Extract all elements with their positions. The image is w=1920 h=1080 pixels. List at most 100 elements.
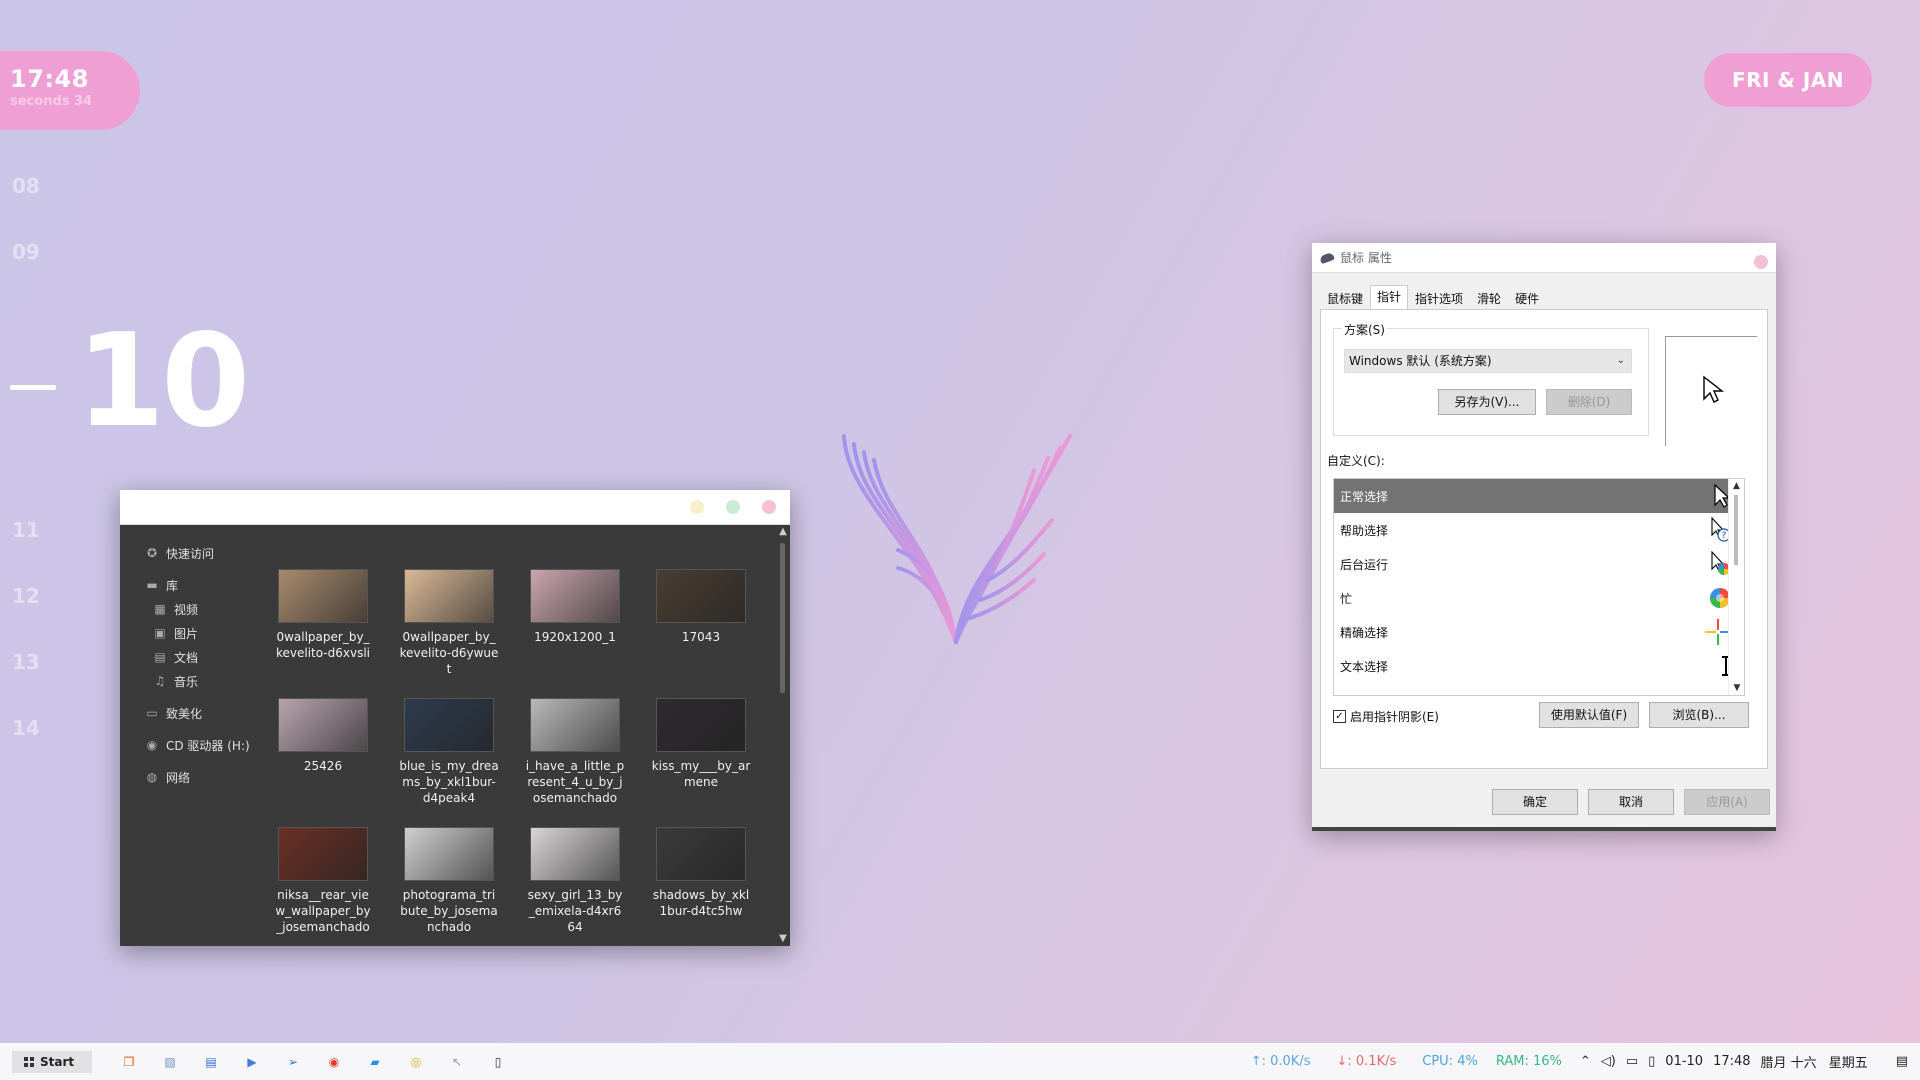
cursor-row-busy[interactable]: 忙 — [1334, 581, 1744, 615]
taskbar-date[interactable]: 01-10 — [1665, 1054, 1703, 1069]
scroll-thumb[interactable] — [780, 543, 785, 693]
speaker-icon[interactable]: ◁) — [1601, 1054, 1616, 1069]
tab-hardware[interactable]: 硬件 — [1508, 287, 1546, 309]
tab-pointers[interactable]: 指针 — [1370, 285, 1409, 309]
ok-button[interactable]: 确定 — [1492, 789, 1578, 815]
apply-button[interactable]: 应用(A) — [1684, 789, 1770, 815]
taskbar-time[interactable]: 17:48 — [1713, 1054, 1750, 1069]
file-item[interactable]: i_have_a_little_present_4_u_by_josemanch… — [512, 698, 638, 827]
cursor-list-scrollbar[interactable]: ▲ ▼ — [1728, 479, 1744, 695]
dialog-close-button[interactable] — [1754, 255, 1768, 269]
network-icon[interactable]: ▭ — [1626, 1054, 1638, 1069]
cursor-row-help[interactable]: 帮助选择 ? — [1334, 513, 1744, 547]
office-icon[interactable]: ❐ — [120, 1053, 138, 1071]
start-button[interactable]: Start — [12, 1050, 92, 1073]
file-item[interactable]: 0wallpaper_by_kevelito-d6xvsli — [260, 569, 386, 698]
cursor-row-normal[interactable]: 正常选择 — [1334, 479, 1744, 513]
file-item[interactable]: 25426 — [260, 698, 386, 827]
file-name: shadows_by_xkl1bur-d4tc5hw — [652, 888, 750, 918]
scroll-up-icon[interactable]: ▲ — [776, 525, 790, 539]
file-item[interactable]: 1920x1200_1 — [512, 569, 638, 698]
file-item[interactable]: 17043 — [638, 569, 764, 698]
file-item[interactable]: sexy_girl_13_by_emixela-d4xr664 — [512, 827, 638, 946]
taskbar-lunar[interactable]: 腊月 十六 — [1761, 1052, 1817, 1071]
tab-wheel[interactable]: 滑轮 — [1470, 287, 1508, 309]
file-thumbnail — [278, 698, 368, 752]
notification-icon[interactable]: ▤ — [1896, 1054, 1908, 1069]
file-item[interactable]: niksa__rear_view_wallpaper_by_josemancha… — [260, 827, 386, 946]
telegram-icon[interactable]: ➢ — [284, 1053, 302, 1071]
scheme-label: 方案(S) — [1342, 321, 1387, 338]
close-button[interactable] — [762, 500, 776, 514]
dialog-title: 鼠标 属性 — [1340, 251, 1392, 265]
nav-documents[interactable]: ▤ 文档 — [120, 645, 260, 669]
nav-library[interactable]: ▬ 库 — [120, 573, 260, 597]
scroll-down-icon[interactable]: ▼ — [1729, 681, 1744, 695]
file-explorer-window[interactable]: ✪ 快速访问 ▬ 库 ▦ 视频 ▣ 图片 ▤ 文档 ♫ 音乐 ▭ 致美化 ◉ C… — [120, 490, 790, 946]
save-as-button[interactable]: 另存为(V)... — [1438, 389, 1536, 415]
nav-music[interactable]: ♫ 音乐 — [120, 669, 260, 693]
file-explorer-icon[interactable]: ▰ — [366, 1053, 384, 1071]
cursor-tool-icon[interactable]: ↖ — [448, 1053, 466, 1071]
cursor-row-precision[interactable]: 精确选择 — [1334, 615, 1744, 649]
disc-icon: ◉ — [146, 738, 158, 752]
usb-icon[interactable]: ▯ — [1648, 1054, 1655, 1069]
nav-network[interactable]: ◍ 网络 — [120, 765, 260, 789]
notepad-icon[interactable]: ▤ — [202, 1053, 220, 1071]
chevron-up-icon[interactable]: ⌃ — [1580, 1054, 1591, 1069]
file-item[interactable]: blue_is_my_dreams_by_xkl1bur-d4peak4 — [386, 698, 512, 827]
nav-videos[interactable]: ▦ 视频 — [120, 597, 260, 621]
tab-pointer-options[interactable]: 指针选项 — [1408, 287, 1470, 309]
maximize-button[interactable] — [726, 500, 740, 514]
hour-mark-14: 14 — [12, 716, 40, 740]
files-pane: 0wallpaper_by_kevelito-d6xvsli 0wallpape… — [260, 525, 776, 946]
picture-icon: ▣ — [154, 626, 166, 640]
file-thumbnail — [656, 827, 746, 881]
file-thumbnail — [404, 827, 494, 881]
nav-cd-drive[interactable]: ◉ CD 驱动器 (H:) — [120, 733, 260, 757]
cursor-row-working[interactable]: 后台运行 — [1334, 547, 1744, 581]
cursor-row-text[interactable]: 文本选择 — [1334, 649, 1744, 683]
scroll-thumb[interactable] — [1734, 495, 1738, 565]
nav-this-pc[interactable]: ▭ 致美化 — [120, 701, 260, 725]
tab-buttons[interactable]: 鼠标键 — [1320, 287, 1370, 309]
nav-pictures[interactable]: ▣ 图片 — [120, 621, 260, 645]
chrome-icon[interactable]: ◎ — [407, 1053, 425, 1071]
nav-quick-access[interactable]: ✪ 快速访问 — [120, 541, 260, 565]
file-thumbnail — [404, 569, 494, 623]
terminal-icon[interactable]: ▶ — [243, 1053, 261, 1071]
cursor-list[interactable]: 正常选择 帮助选择 ? 后台运行 忙 精确选择 文本选择 ▲ ▼ — [1333, 478, 1745, 696]
shadow-option[interactable]: ✓ 启用指针阴影(E) — [1333, 708, 1439, 725]
cancel-button[interactable]: 取消 — [1588, 789, 1674, 815]
scheme-group: 方案(S) Windows 默认 (系统方案) ⌄ 另存为(V)... 删除(D… — [1333, 321, 1649, 436]
upload-speed: ↑: 0.0K/s — [1250, 1054, 1311, 1069]
scroll-down-icon[interactable]: ▼ — [776, 932, 790, 946]
scroll-up-icon[interactable]: ▲ — [1729, 479, 1744, 493]
file-item[interactable]: 0wallpaper_by_kevelito-d6ywuet — [386, 569, 512, 698]
document-icon: ▤ — [154, 650, 166, 664]
file-item[interactable]: photograma_tribute_by_josemanchado — [386, 827, 512, 946]
use-default-button[interactable]: 使用默认值(F) — [1539, 702, 1639, 728]
scheme-select[interactable]: Windows 默认 (系统方案) ⌄ — [1344, 349, 1632, 373]
file-item[interactable]: shadows_by_xkl1bur-d4tc5hw — [638, 827, 764, 946]
minimize-button[interactable] — [690, 500, 704, 514]
folder-icon: ▬ — [146, 578, 158, 592]
browse-button[interactable]: 浏览(B)... — [1649, 702, 1749, 728]
explorer-scrollbar[interactable]: ▲ ▼ — [776, 525, 790, 946]
photos-icon[interactable]: ▧ — [161, 1053, 179, 1071]
file-name: 1920x1200_1 — [534, 630, 616, 644]
clock-time: 17:48 — [10, 65, 89, 93]
hour-mark-08: 08 — [12, 174, 40, 198]
mouse-app-icon[interactable]: ▯ — [489, 1053, 507, 1071]
file-thumbnail — [404, 698, 494, 752]
delete-button[interactable]: 删除(D) — [1546, 389, 1632, 415]
dialog-titlebar[interactable]: 鼠标 属性 — [1312, 243, 1776, 273]
taskbar-weekday[interactable]: 星期五 — [1829, 1052, 1868, 1071]
shadow-checkbox[interactable]: ✓ — [1333, 710, 1346, 723]
explorer-titlebar[interactable] — [120, 490, 790, 525]
mouse-properties-dialog[interactable]: 鼠标 属性 鼠标键 指针 指针选项 滑轮 硬件 方案(S) Windows 默认… — [1312, 243, 1776, 831]
cpu-usage: CPU: 4% — [1422, 1054, 1478, 1069]
file-item[interactable]: kiss_my___by_armene — [638, 698, 764, 827]
netease-music-icon[interactable]: ◉ — [325, 1053, 343, 1071]
file-name: blue_is_my_dreams_by_xkl1bur-d4peak4 — [399, 759, 499, 805]
